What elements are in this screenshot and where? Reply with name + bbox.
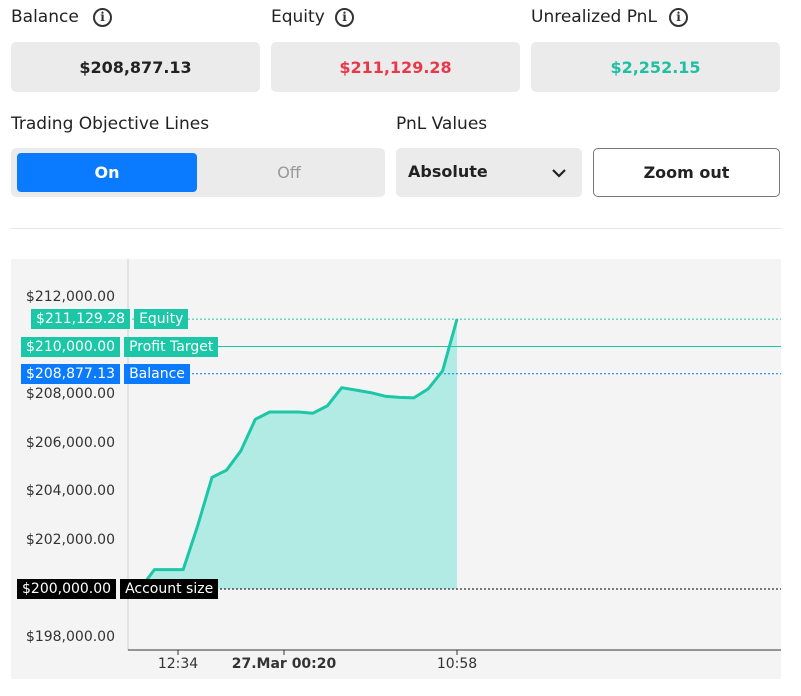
line-tag-name: Equity: [134, 309, 189, 330]
y-tick-label: $208,000.00: [25, 386, 115, 402]
x-tick-label: 12:34: [157, 656, 199, 672]
y-tick-label: $202,000.00: [25, 531, 115, 548]
line-tag-value: $210,000.00: [21, 336, 121, 357]
y-tick-label: $204,000.00: [25, 483, 115, 499]
equity-area: [140, 319, 457, 589]
line-tag-account-size: $200,000.00 Account size: [17, 579, 219, 599]
line-tag-value: $200,000.00: [17, 579, 117, 599]
line-tag-name: Profit Target: [124, 336, 219, 357]
y-tick-label: $198,000.00: [25, 628, 115, 645]
line-tag-balance: $208,877.13 Balance: [21, 363, 190, 384]
y-tick-label: $212,000.00: [25, 289, 115, 305]
y-tick-label: $206,000.00: [25, 434, 115, 451]
line-tag-name: Account size: [120, 579, 219, 599]
line-tag-value: $211,129.28: [31, 309, 131, 330]
line-tag-name: Balance: [124, 363, 190, 384]
x-tick-label: 27.Mar 00:20: [231, 656, 337, 672]
line-tag-equity: $211,129.28 Equity: [31, 309, 189, 330]
x-tick-label: 10:58: [436, 656, 478, 672]
line-tag-value: $208,877.13: [21, 363, 121, 384]
line-tag-profit-target: $210,000.00 Profit Target: [21, 336, 219, 357]
